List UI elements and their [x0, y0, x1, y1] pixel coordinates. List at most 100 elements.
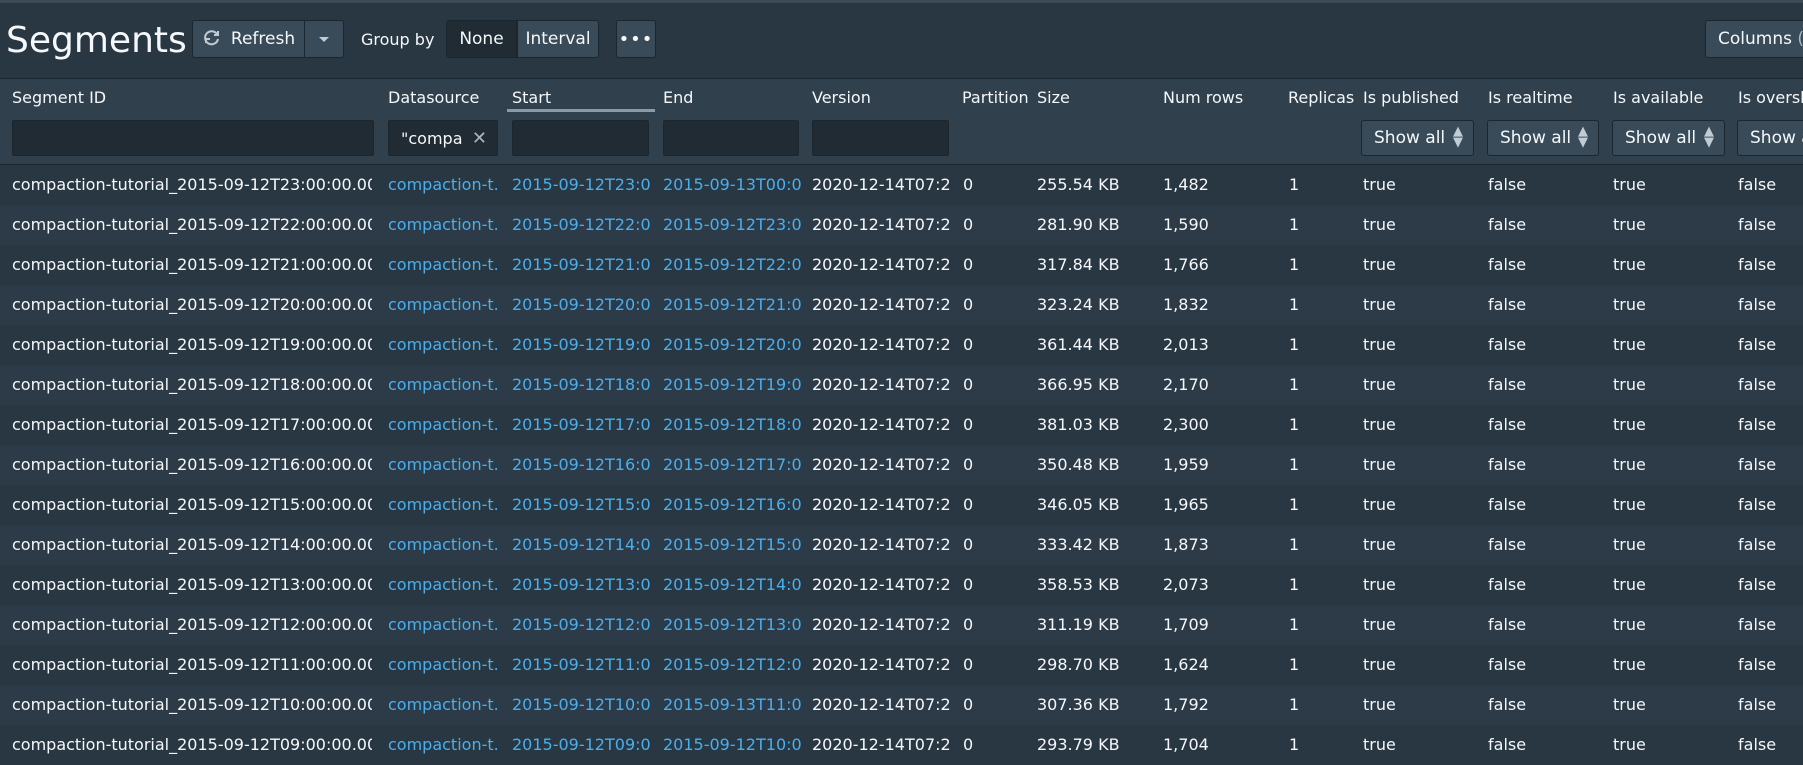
column-header-is-available[interactable]: Is available — [1613, 88, 1703, 107]
column-header-end[interactable]: End — [663, 88, 693, 107]
table-row[interactable]: compaction-tutorial_2015-09-12T20:00:00.… — [0, 285, 1803, 325]
table-row[interactable]: compaction-tutorial_2015-09-12T09:00:00.… — [0, 725, 1803, 765]
datasource-cell[interactable]: compaction-t... — [388, 615, 500, 634]
start-cell[interactable]: 2015-09-12T12:0... — [512, 615, 652, 634]
column-header-is-realtime[interactable]: Is realtime — [1488, 88, 1573, 107]
table-row[interactable]: compaction-tutorial_2015-09-12T14:00:00.… — [0, 525, 1803, 565]
segment-id-cell: compaction-tutorial_2015-09-12T09:00:00.… — [12, 735, 372, 754]
end-cell[interactable]: 2015-09-12T13:0... — [663, 615, 803, 634]
end-cell[interactable]: 2015-09-13T11:0... — [663, 695, 803, 714]
table-row[interactable]: compaction-tutorial_2015-09-12T15:00:00.… — [0, 485, 1803, 525]
is-overshadowed-filter-select[interactable]: Show a — [1737, 120, 1803, 156]
datasource-cell[interactable]: compaction-t... — [388, 375, 500, 394]
datasource-cell[interactable]: compaction-t... — [388, 655, 500, 674]
datasource-cell[interactable]: compaction-t... — [388, 455, 500, 474]
start-cell[interactable]: 2015-09-12T10:0... — [512, 695, 652, 714]
datasource-cell[interactable]: compaction-t... — [388, 735, 500, 754]
is-overshadowed-filter-value: Show a — [1750, 128, 1803, 148]
start-cell[interactable]: 2015-09-12T15:0... — [512, 495, 652, 514]
is-published-filter-value: Show all — [1374, 128, 1446, 148]
is-realtime-filter-select[interactable]: Show all ▲ ▼ — [1487, 120, 1599, 156]
group-by-none-button[interactable]: None — [446, 20, 517, 58]
table-row[interactable]: compaction-tutorial_2015-09-12T21:00:00.… — [0, 245, 1803, 285]
datasource-cell[interactable]: compaction-t... — [388, 215, 500, 234]
datasource-cell[interactable]: compaction-t... — [388, 295, 500, 314]
datasource-cell[interactable]: compaction-t... — [388, 255, 500, 274]
column-header-num-rows[interactable]: Num rows — [1163, 88, 1243, 107]
is-available-filter-select[interactable]: Show all ▲ ▼ — [1612, 120, 1725, 156]
datasource-cell[interactable]: compaction-t... — [388, 495, 500, 514]
is-published-filter-select[interactable]: Show all ▲ ▼ — [1361, 120, 1474, 156]
start-cell[interactable]: 2015-09-12T18:0... — [512, 375, 652, 394]
start-cell[interactable]: 2015-09-12T13:0... — [512, 575, 652, 594]
start-filter-input[interactable] — [512, 120, 649, 156]
table-row[interactable]: compaction-tutorial_2015-09-12T22:00:00.… — [0, 205, 1803, 245]
group-by-interval-button[interactable]: Interval — [517, 20, 599, 58]
datasource-cell[interactable]: compaction-t... — [388, 335, 500, 354]
end-cell[interactable]: 2015-09-12T21:0... — [663, 295, 803, 314]
clear-filter-icon[interactable]: ✕ — [472, 128, 487, 149]
datasource-cell[interactable]: compaction-t... — [388, 575, 500, 594]
column-header-segment-id[interactable]: Segment ID — [12, 88, 106, 107]
table-row[interactable]: compaction-tutorial_2015-09-12T11:00:00.… — [0, 645, 1803, 685]
column-header-replicas[interactable]: Replicas — [1288, 88, 1354, 107]
end-cell[interactable]: 2015-09-12T10:0... — [663, 735, 803, 754]
end-cell[interactable]: 2015-09-12T17:0... — [663, 455, 803, 474]
start-cell[interactable]: 2015-09-12T16:0... — [512, 455, 652, 474]
column-header-start[interactable]: Start — [512, 88, 551, 107]
num-rows-cell: 1,624 — [1163, 655, 1209, 674]
end-cell[interactable]: 2015-09-12T22:0... — [663, 255, 803, 274]
table-row[interactable]: compaction-tutorial_2015-09-12T23:00:00.… — [0, 165, 1803, 205]
column-header-version[interactable]: Version — [812, 88, 871, 107]
column-header-is-published[interactable]: Is published — [1363, 88, 1459, 107]
start-cell[interactable]: 2015-09-12T17:0... — [512, 415, 652, 434]
more-options-button[interactable]: ••• — [616, 20, 656, 58]
start-cell[interactable]: 2015-09-12T11:0... — [512, 655, 652, 674]
datasource-cell[interactable]: compaction-t... — [388, 695, 500, 714]
datasource-cell[interactable]: compaction-t... — [388, 535, 500, 554]
column-header-partition[interactable]: Partition — [962, 88, 1029, 107]
is-available-cell: true — [1613, 455, 1646, 474]
end-cell[interactable]: 2015-09-12T23:0... — [663, 215, 803, 234]
end-filter-input[interactable] — [663, 120, 799, 156]
datasource-filter-input[interactable]: "compa ✕ — [388, 120, 498, 156]
end-cell[interactable]: 2015-09-12T15:0... — [663, 535, 803, 554]
column-header-is-overshadowed[interactable]: Is oversha — [1738, 88, 1803, 107]
table-row[interactable]: compaction-tutorial_2015-09-12T18:00:00.… — [0, 365, 1803, 405]
end-cell[interactable]: 2015-09-12T18:0... — [663, 415, 803, 434]
version-filter-input[interactable] — [812, 120, 949, 156]
replicas-cell: 1 — [1289, 455, 1300, 474]
table-row[interactable]: compaction-tutorial_2015-09-12T13:00:00.… — [0, 565, 1803, 605]
start-cell[interactable]: 2015-09-12T20:0... — [512, 295, 652, 314]
is-available-cell: true — [1613, 575, 1646, 594]
column-header-size[interactable]: Size — [1037, 88, 1070, 107]
datasource-cell[interactable]: compaction-t... — [388, 415, 500, 434]
start-cell[interactable]: 2015-09-12T09:0... — [512, 735, 652, 754]
segment-id-filter-input[interactable] — [12, 120, 374, 156]
table-row[interactable]: compaction-tutorial_2015-09-12T16:00:00.… — [0, 445, 1803, 485]
end-cell[interactable]: 2015-09-12T20:0... — [663, 335, 803, 354]
table-row[interactable]: compaction-tutorial_2015-09-12T17:00:00.… — [0, 405, 1803, 445]
datasource-cell[interactable]: compaction-t... — [388, 175, 500, 194]
columns-button[interactable]: Columns (1 — [1705, 20, 1803, 58]
end-cell[interactable]: 2015-09-13T00:0... — [663, 175, 803, 194]
start-cell[interactable]: 2015-09-12T23:0... — [512, 175, 652, 194]
start-cell[interactable]: 2015-09-12T22:0... — [512, 215, 652, 234]
window-top-border — [0, 0, 1803, 3]
num-rows-cell: 1,959 — [1163, 455, 1209, 474]
column-header-datasource[interactable]: Datasource — [388, 88, 479, 107]
table-row[interactable]: compaction-tutorial_2015-09-12T10:00:00.… — [0, 685, 1803, 725]
start-cell[interactable]: 2015-09-12T21:0... — [512, 255, 652, 274]
end-cell[interactable]: 2015-09-12T19:0... — [663, 375, 803, 394]
refresh-button[interactable]: Refresh — [192, 20, 305, 58]
end-cell[interactable]: 2015-09-12T16:0... — [663, 495, 803, 514]
partition-cell: 0 — [963, 615, 974, 634]
start-cell[interactable]: 2015-09-12T19:0... — [512, 335, 652, 354]
refresh-options-button[interactable] — [304, 20, 344, 58]
table-row[interactable]: compaction-tutorial_2015-09-12T19:00:00.… — [0, 325, 1803, 365]
size-cell: 281.90 KB — [1037, 215, 1120, 234]
end-cell[interactable]: 2015-09-12T14:0... — [663, 575, 803, 594]
start-cell[interactable]: 2015-09-12T14:0... — [512, 535, 652, 554]
table-row[interactable]: compaction-tutorial_2015-09-12T12:00:00.… — [0, 605, 1803, 645]
end-cell[interactable]: 2015-09-12T12:0... — [663, 655, 803, 674]
